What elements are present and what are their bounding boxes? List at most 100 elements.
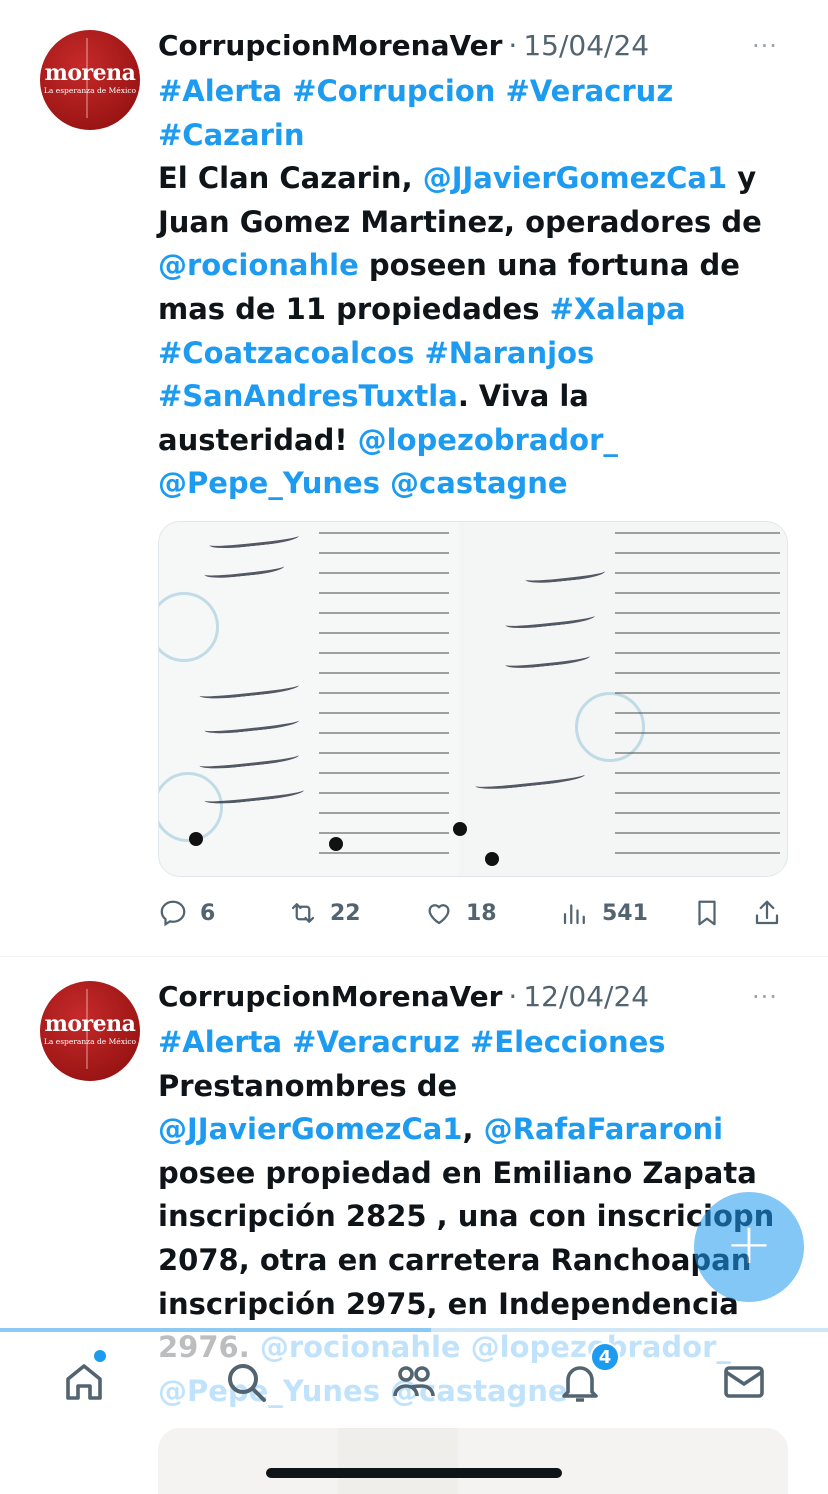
text-line [615, 732, 780, 734]
share-icon [755, 900, 779, 925]
text-line [319, 532, 449, 534]
heart-icon [428, 904, 450, 925]
text-line [615, 692, 780, 694]
mention-link[interactable]: @rocionahle [158, 248, 359, 282]
separator: · [508, 28, 518, 62]
document-page-left [159, 522, 459, 876]
text-line [319, 852, 449, 854]
tweet-text-line: @Pepe_Yunes @castagne [158, 462, 798, 506]
views-chart-icon [563, 904, 585, 925]
tweet-text: #Alerta #Corrupcion #Veracruz #Cazarin El … [158, 70, 798, 506]
ink-blot [453, 822, 467, 836]
ink-blot [329, 837, 343, 851]
text-line [615, 652, 780, 654]
avatar[interactable]: morena La esperanza de México [40, 981, 140, 1081]
text-line [319, 692, 449, 694]
handwriting [504, 607, 596, 631]
tweet-text-segment: y [727, 161, 757, 196]
avatar-brand: morena [44, 1011, 136, 1037]
tweet-text-line: Juan Gomez Martinez, operadores de [158, 201, 798, 245]
compose-button[interactable]: + [694, 1192, 804, 1302]
mention-link[interactable]: @Pepe_Yunes @castagne [158, 466, 568, 500]
text-line [319, 672, 449, 674]
handwriting [524, 562, 606, 586]
handwriting [198, 746, 300, 772]
retweet-icon [291, 903, 315, 923]
notifications-tab[interactable]: 4 [552, 1342, 620, 1410]
text-line [615, 752, 780, 754]
like-button[interactable]: 18 [424, 893, 497, 933]
author-name[interactable]: CorrupcionMorenaVer [158, 980, 502, 1013]
text-line [615, 772, 780, 774]
tweet-actions: 6 22 18 541 [158, 893, 788, 933]
hashtag-link[interactable]: #Alerta #Veracruz #Elecciones [158, 1025, 666, 1059]
text-line [615, 792, 780, 794]
mention-link[interactable]: @JJavierGomezCa1 [158, 1112, 463, 1146]
document-page-right [453, 522, 787, 876]
bookmark-icon [698, 900, 716, 926]
bookmark-button[interactable] [692, 893, 734, 933]
mention-link[interactable]: @RafaFararoni [484, 1112, 723, 1146]
tweet-text-line: #Cazarin [158, 114, 798, 158]
retweet-count: 22 [330, 900, 361, 926]
tweet-text-line: mas de 11 propiedades #Xalapa [158, 288, 798, 332]
handwriting [203, 712, 300, 736]
tweet-text-segment: 2078, otra en carretera Ranchoapan [158, 1242, 752, 1277]
text-line [319, 832, 449, 834]
hashtag-link[interactable]: #Xalapa [550, 292, 686, 326]
tweet-text-line: posee propiedad en Emiliano Zapata [158, 1152, 798, 1196]
retweet-button[interactable]: 22 [288, 893, 361, 933]
tweet-text-line: #Alerta #Corrupcion #Veracruz [158, 70, 798, 114]
reply-count: 6 [200, 900, 216, 926]
tweet-image[interactable] [158, 521, 788, 877]
tweet-header: CorrupcionMorenaVer · 15/04/24 [158, 25, 649, 65]
text-line [615, 612, 780, 614]
tweet-text-segment: Juan Gomez Martinez, operadores de [158, 204, 762, 239]
home-unread-dot [94, 1350, 106, 1362]
tweet-date[interactable]: 12/04/24 [523, 980, 649, 1013]
text-line [319, 612, 449, 614]
messages-tab[interactable] [716, 1354, 772, 1410]
handwriting [198, 676, 300, 702]
text-line [615, 852, 780, 854]
text-line [319, 572, 449, 574]
tweet-text-segment: . Viva la [457, 379, 589, 414]
text-line [319, 592, 449, 594]
tweet-text-line: El Clan Cazarin, @JJavierGomezCa1 y [158, 157, 798, 201]
views-button[interactable]: 541 [560, 893, 648, 933]
mail-icon [724, 1366, 764, 1398]
tweet-text-segment: poseen una fortuna de [358, 248, 740, 283]
mention-link[interactable]: @lopezobrador_ [358, 423, 618, 457]
tweet-separator [0, 956, 828, 957]
more-options-icon[interactable]: ··· [752, 32, 778, 60]
avatar-brand: morena [44, 60, 136, 86]
tweet-text-segment: , [462, 1112, 484, 1147]
tweet-text-segment: inscripción 2825 , una con inscriciopn [158, 1199, 775, 1234]
tweet-text-segment: inscripción 2975, en Independencia [158, 1286, 739, 1321]
text-line [319, 712, 449, 714]
tweet-text-line: Prestanombres de [158, 1065, 798, 1109]
text-line [319, 732, 449, 734]
mention-link[interactable]: @JJavierGomezCa1 [423, 161, 728, 195]
hashtag-link[interactable]: #Coatzacoalcos #Naranjos [158, 336, 594, 370]
tweet-date[interactable]: 15/04/24 [523, 29, 649, 62]
communities-tab[interactable] [386, 1354, 442, 1410]
tweet-text-line: austeridad! @lopezobrador_ [158, 419, 798, 463]
home-tab[interactable] [56, 1350, 112, 1410]
search-tab[interactable] [218, 1354, 274, 1410]
text-line [615, 552, 780, 554]
text-line [615, 572, 780, 574]
more-options-icon[interactable]: ··· [752, 983, 778, 1011]
text-line [615, 832, 780, 834]
avatar[interactable]: morena La esperanza de México [40, 30, 140, 130]
text-line [319, 652, 449, 654]
ink-blot [485, 852, 499, 866]
search-icon [228, 1364, 266, 1402]
hashtag-link[interactable]: #Alerta #Corrupcion #Veracruz [158, 74, 673, 108]
author-name[interactable]: CorrupcionMorenaVer [158, 29, 502, 62]
share-button[interactable] [752, 893, 794, 933]
tweet-text-line: @JJavierGomezCa1, @RafaFararoni [158, 1108, 798, 1152]
reply-button[interactable]: 6 [158, 893, 215, 933]
hashtag-link[interactable]: #Cazarin [158, 118, 305, 152]
hashtag-link[interactable]: #SanAndresTuxtla [158, 379, 458, 413]
